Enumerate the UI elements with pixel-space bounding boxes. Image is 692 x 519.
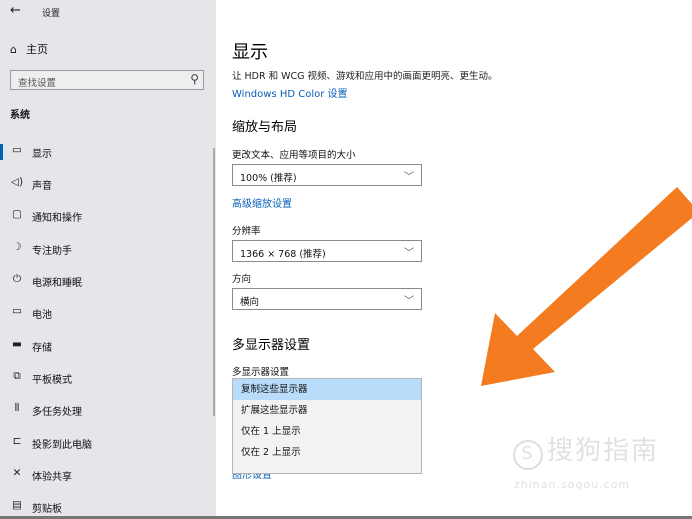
watermark-logo: S 搜狗指南 (513, 430, 659, 470)
arrow-shape (481, 187, 692, 386)
watermark-url: zhinan.sogou.com (514, 478, 631, 491)
watermark-text: 搜狗指南 (547, 436, 660, 466)
watermark-s-icon: S (513, 440, 543, 470)
